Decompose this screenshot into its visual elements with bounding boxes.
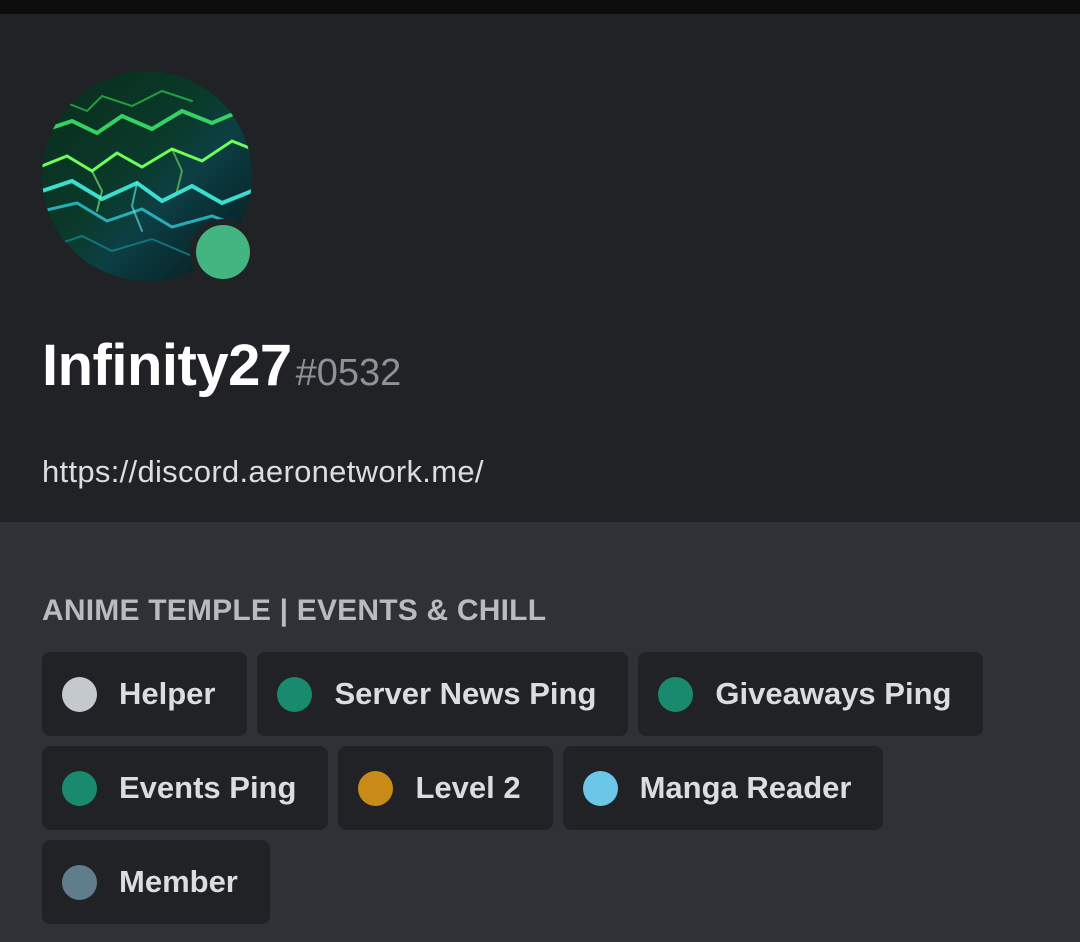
role-label: Helper — [119, 676, 216, 711]
role-label: Giveaways Ping — [715, 676, 952, 711]
role-list: Helper Server News Ping Giveaways Ping E… — [42, 652, 1042, 924]
discriminator: #0532 — [295, 352, 402, 394]
role-pill[interactable]: Events Ping — [42, 746, 329, 830]
role-color-dot-icon — [277, 676, 313, 712]
role-label: Server News Ping — [334, 676, 597, 711]
role-pill[interactable]: Member — [42, 840, 270, 924]
role-color-dot-icon — [62, 770, 97, 806]
username: Infinity27 — [42, 333, 292, 398]
role-pill[interactable]: Giveaways Ping — [638, 652, 984, 736]
roles-section: ANIME TEMPLE | EVENTS & CHILL Helper Ser… — [0, 522, 1080, 942]
role-label: Member — [119, 864, 238, 899]
online-status-icon — [196, 225, 250, 279]
role-color-dot-icon — [582, 770, 618, 806]
top-status-strip — [0, 0, 1080, 14]
role-pill[interactable]: Server News Ping — [257, 652, 629, 736]
status-ring — [190, 219, 256, 285]
role-label: Events Ping — [119, 770, 297, 805]
role-color-dot-icon — [62, 676, 97, 712]
profile-header: Infinity27 #0532 https://discord.aeronet… — [0, 14, 1080, 522]
role-color-dot-icon — [658, 676, 694, 712]
role-pill[interactable]: Helper — [42, 652, 248, 736]
role-pill[interactable]: Manga Reader — [562, 746, 884, 830]
role-pill[interactable]: Level 2 — [338, 746, 553, 830]
avatar-container[interactable] — [42, 71, 256, 285]
role-color-dot-icon — [358, 770, 394, 806]
role-color-dot-icon — [62, 864, 97, 900]
server-name-heading: ANIME TEMPLE | EVENTS & CHILL — [42, 594, 547, 627]
about-me-link[interactable]: https://discord.aeronetwork.me/ — [42, 454, 484, 490]
role-label: Level 2 — [415, 770, 521, 805]
name-row: Infinity27 #0532 — [42, 332, 401, 408]
role-label: Manga Reader — [639, 770, 852, 805]
